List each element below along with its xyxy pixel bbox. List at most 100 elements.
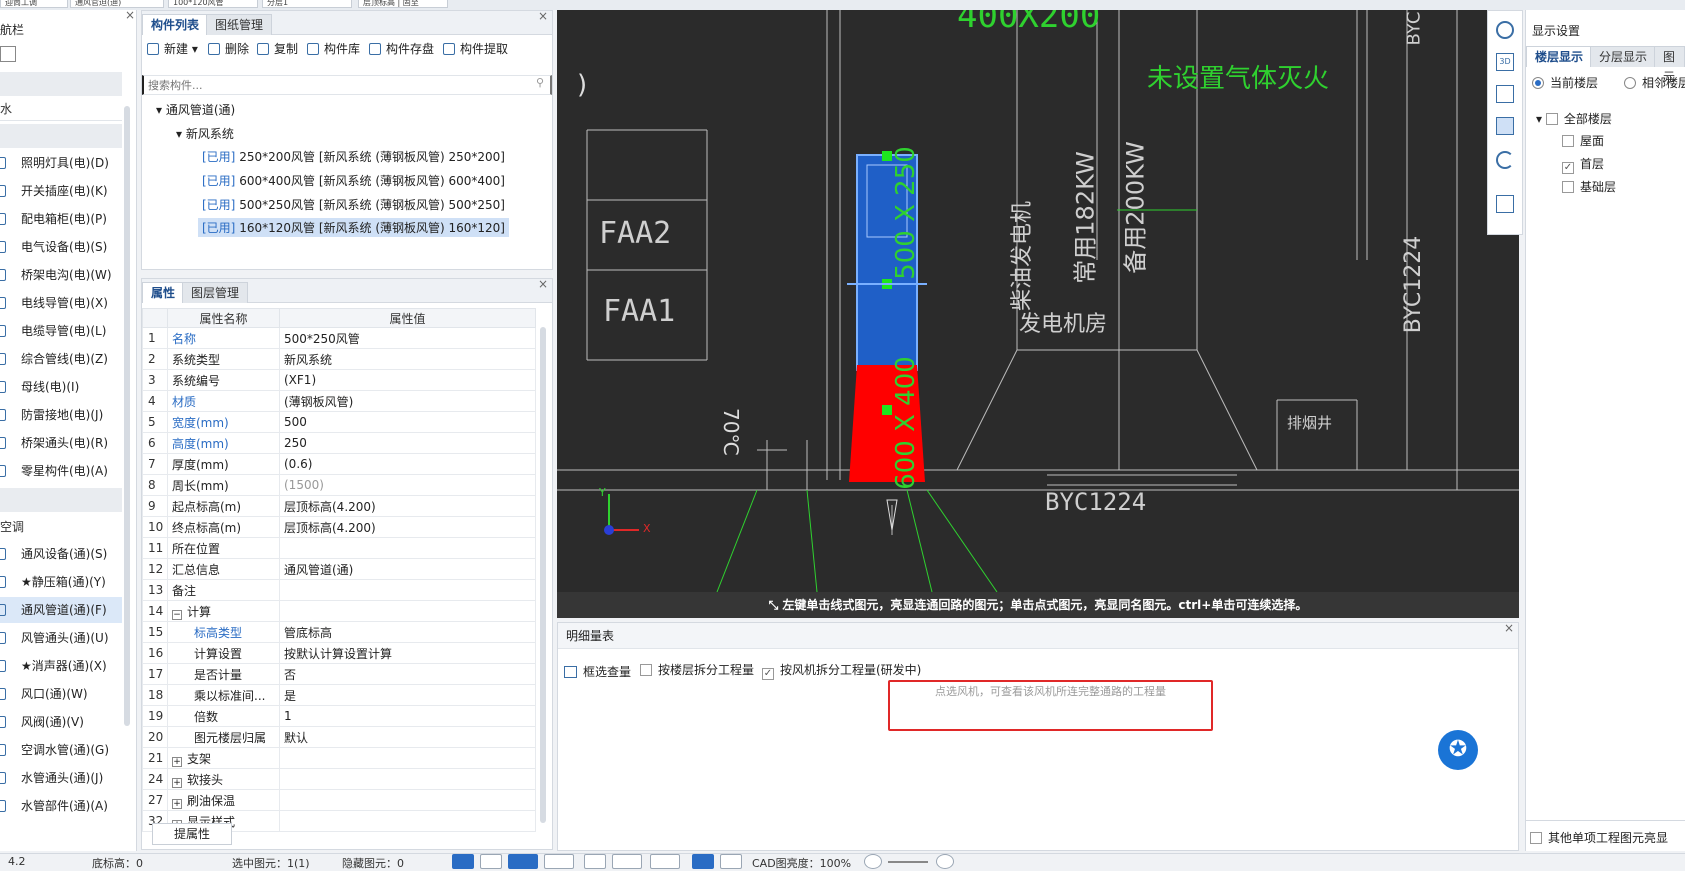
- property-row[interactable]: 10 终点标高(m) 层顶标高(4.200): [142, 516, 536, 538]
- nav-section-blank[interactable]: [0, 72, 122, 96]
- tab-element[interactable]: 图元: [1654, 46, 1685, 84]
- property-row[interactable]: 4 材质 (薄钢板风管): [142, 390, 536, 412]
- top-cell[interactable]: 通风官迫(迪): [70, 0, 164, 8]
- tab-drawing-management[interactable]: 图纸管理: [206, 14, 273, 35]
- property-row[interactable]: 21 + 支架: [142, 747, 536, 769]
- property-row[interactable]: 3 系统编号 (XF1): [142, 369, 536, 391]
- property-value[interactable]: 按默认计算设置计算: [279, 642, 536, 664]
- close-icon[interactable]: ×: [538, 9, 548, 23]
- property-value[interactable]: [279, 537, 536, 559]
- tree-group[interactable]: ▾ 新风系统: [176, 125, 234, 142]
- nav-item[interactable]: 电线导管(电)(X): [0, 290, 122, 316]
- search-input[interactable]: [142, 75, 552, 95]
- property-value[interactable]: [279, 789, 536, 811]
- property-row[interactable]: 27 + 刷油保温: [142, 789, 536, 811]
- property-value[interactable]: (XF1): [279, 369, 536, 391]
- zoom-out-icon[interactable]: [864, 854, 882, 869]
- checkbox[interactable]: [1545, 113, 1558, 125]
- tab-floor-display[interactable]: 楼层显示: [1526, 46, 1593, 67]
- checkbox[interactable]: [1562, 135, 1574, 147]
- property-value[interactable]: [279, 747, 536, 769]
- nav-item[interactable]: 母线(电)(I): [0, 374, 122, 400]
- search-icon[interactable]: ⚲: [536, 76, 544, 89]
- status-tool-icon[interactable]: [584, 854, 606, 869]
- property-row[interactable]: 16 计算设置 按默认计算设置计算: [142, 642, 536, 664]
- status-tool-icon[interactable]: [508, 854, 538, 869]
- property-value[interactable]: 250: [279, 432, 536, 454]
- nav-item[interactable]: 照明灯具(电)(D): [0, 150, 122, 176]
- property-row[interactable]: 13 备注: [142, 579, 536, 601]
- cube-icon[interactable]: [1496, 85, 1514, 103]
- nav-section-hvac[interactable]: 空调: [0, 515, 122, 539]
- nav-item[interactable]: 水管通头(通)(J): [0, 765, 122, 791]
- zoom-in-icon[interactable]: [936, 854, 954, 869]
- property-value[interactable]: [279, 810, 536, 832]
- property-value[interactable]: (1500): [279, 474, 536, 496]
- property-row[interactable]: 18 乘以标准间... 是: [142, 684, 536, 706]
- nav-item[interactable]: 风管通头(通)(U): [0, 625, 122, 651]
- property-value[interactable]: 通风管道(通): [279, 558, 536, 580]
- status-tool-icon[interactable]: [720, 854, 742, 869]
- property-value[interactable]: 管底标高: [279, 621, 536, 643]
- save-component-button[interactable]: 构件存盘: [369, 39, 434, 59]
- tree-item[interactable]: [已用] 500*250风管 [新风系统 (薄钢板风管) 500*250]: [202, 196, 505, 213]
- property-row[interactable]: 1 名称 500*250风管: [142, 327, 536, 349]
- cube-solid-icon[interactable]: [1496, 117, 1514, 135]
- star-button[interactable]: ✪: [1438, 730, 1478, 770]
- property-value[interactable]: [279, 768, 536, 790]
- status-tool-icon[interactable]: [480, 854, 502, 869]
- property-row[interactable]: 15 标高类型 管底标高: [142, 621, 536, 643]
- close-icon[interactable]: ×: [1504, 621, 1514, 635]
- 3d-view-icon[interactable]: 3D: [1496, 53, 1514, 71]
- orbit-icon[interactable]: [1496, 21, 1514, 39]
- extract-properties-button[interactable]: 提属性: [152, 823, 232, 845]
- top-cell[interactable]: 层顶标高 | 固至: [358, 0, 448, 8]
- brightness-slider[interactable]: [888, 861, 928, 863]
- nav-item[interactable]: 电气设备(电)(S): [0, 234, 122, 260]
- expand-icon[interactable]: −: [172, 609, 182, 620]
- extract-component-button[interactable]: 构件提取: [443, 39, 508, 59]
- edit-icon[interactable]: [0, 46, 16, 62]
- top-cell[interactable]: 迎筒工调: [0, 0, 68, 8]
- cad-canvas[interactable]: 400X200 未设置气体灭火 FAA2 FAA1 ) 500 X 250 60…: [557, 10, 1519, 618]
- close-icon[interactable]: ×: [125, 10, 135, 22]
- property-value[interactable]: 500: [279, 411, 536, 433]
- delete-button[interactable]: 删除: [208, 39, 249, 59]
- close-icon[interactable]: ×: [538, 277, 548, 291]
- property-row[interactable]: 24 + 软接头: [142, 768, 536, 790]
- radio-adjacent-floor[interactable]: 相邻楼层: [1624, 74, 1685, 91]
- nav-item[interactable]: 电缆导管(电)(L): [0, 318, 122, 344]
- nav-item[interactable]: 通风设备(通)(S): [0, 541, 122, 567]
- nav-item[interactable]: 通风管道(通)(F): [0, 597, 122, 623]
- nav-item[interactable]: 水管部件(通)(A): [0, 793, 122, 819]
- top-cell[interactable]: 100*120风管: [168, 0, 258, 8]
- properties-scrollbar[interactable]: [540, 327, 546, 823]
- nav-item[interactable]: ★静压箱(通)(Y): [0, 569, 122, 595]
- nav-item[interactable]: 开关插座(电)(K): [0, 178, 122, 204]
- property-value[interactable]: 500*250风管: [279, 327, 536, 349]
- property-row[interactable]: 12 汇总信息 通风管道(通): [142, 558, 536, 580]
- property-value[interactable]: 默认: [279, 726, 536, 748]
- expand-icon[interactable]: +: [172, 756, 182, 767]
- radio-current-floor[interactable]: 当前楼层: [1532, 74, 1598, 91]
- property-row[interactable]: 11 所在位置: [142, 537, 536, 559]
- checkbox[interactable]: [640, 664, 652, 676]
- property-row[interactable]: 8 周长(mm) (1500): [142, 474, 536, 496]
- top-cell[interactable]: 分层1: [262, 0, 352, 8]
- property-row[interactable]: 19 倍数 1: [142, 705, 536, 727]
- expand-icon[interactable]: +: [172, 798, 182, 809]
- nav-item[interactable]: 配电箱柜(电)(P): [0, 206, 122, 232]
- nav-section-water[interactable]: 水: [0, 97, 122, 121]
- status-tool-icon[interactable]: [692, 854, 714, 869]
- nav-item[interactable]: 空调水管(通)(G): [0, 737, 122, 763]
- checkbox[interactable]: ✓: [1562, 162, 1574, 174]
- other-highlight-option[interactable]: 其他单项工程图元亮显: [1526, 820, 1685, 846]
- tab-properties[interactable]: 属性: [142, 282, 185, 303]
- copy-button[interactable]: 复制: [257, 39, 298, 59]
- property-row[interactable]: 17 是否计量否: [142, 663, 536, 685]
- property-value[interactable]: (0.6): [279, 453, 536, 475]
- frame-select-button[interactable]: 框选查量: [564, 663, 631, 680]
- component-library-button[interactable]: 构件库: [307, 39, 360, 59]
- property-row[interactable]: 7 厚度(mm) (0.6): [142, 453, 536, 475]
- property-value[interactable]: 层顶标高(4.200): [279, 516, 536, 538]
